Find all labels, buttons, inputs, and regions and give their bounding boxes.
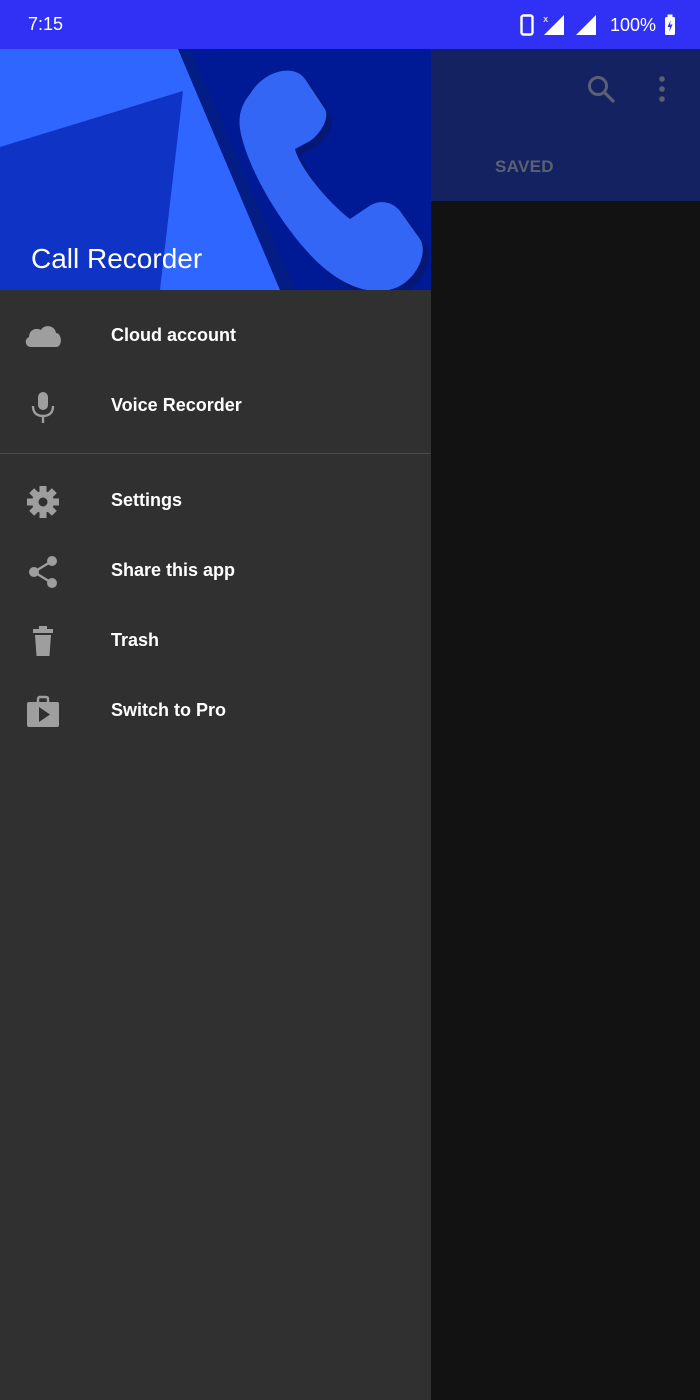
share-icon	[22, 554, 64, 590]
microphone-icon	[22, 389, 64, 425]
drawer-title: Call Recorder	[31, 243, 203, 274]
gear-icon	[22, 484, 64, 520]
drawer-header: Call Recorder	[0, 49, 431, 290]
drawer-item-label: Switch to Pro	[111, 700, 227, 720]
drawer-item-settings[interactable]: Settings	[0, 467, 431, 537]
drawer-item-trash[interactable]: Trash	[0, 607, 431, 677]
play-store-icon	[22, 694, 64, 730]
status-bar: 7:15 x 100%	[0, 0, 700, 49]
drawer-item-label: Trash	[111, 630, 160, 650]
status-time: 7:15	[28, 14, 64, 34]
phone-outline-icon	[520, 14, 534, 36]
tab-saved[interactable]: SAVED	[495, 157, 554, 177]
drawer-item-share[interactable]: Share this app	[0, 537, 431, 607]
search-icon[interactable]	[586, 74, 616, 109]
drawer-item-cloud-account[interactable]: Cloud account	[0, 302, 431, 372]
cloud-icon	[22, 319, 64, 355]
drawer-item-label: Cloud account	[111, 325, 236, 345]
app-bar: SAVED	[431, 49, 700, 201]
drawer-item-voice-recorder[interactable]: Voice Recorder	[0, 372, 431, 442]
drawer-item-label: Voice Recorder	[111, 395, 242, 415]
drawer-item-switch-to-pro[interactable]: Switch to Pro	[0, 677, 431, 747]
battery-percent: 100%	[609, 14, 656, 35]
main-content-scrim[interactable]	[431, 201, 700, 1400]
drawer-item-label: Settings	[111, 490, 183, 510]
navigation-drawer: Call Recorder Cloud account Voice Record…	[0, 49, 431, 1400]
signal-x-icon: x	[542, 13, 566, 37]
status-icons: x 100%	[520, 12, 676, 38]
battery-charging-icon	[664, 14, 676, 36]
more-vert-icon[interactable]	[657, 74, 667, 109]
drawer-divider	[0, 453, 431, 454]
drawer-item-label: Share this app	[111, 560, 236, 580]
svg-text:x: x	[543, 15, 549, 25]
trash-icon	[22, 624, 64, 660]
signal-icon	[574, 13, 598, 37]
